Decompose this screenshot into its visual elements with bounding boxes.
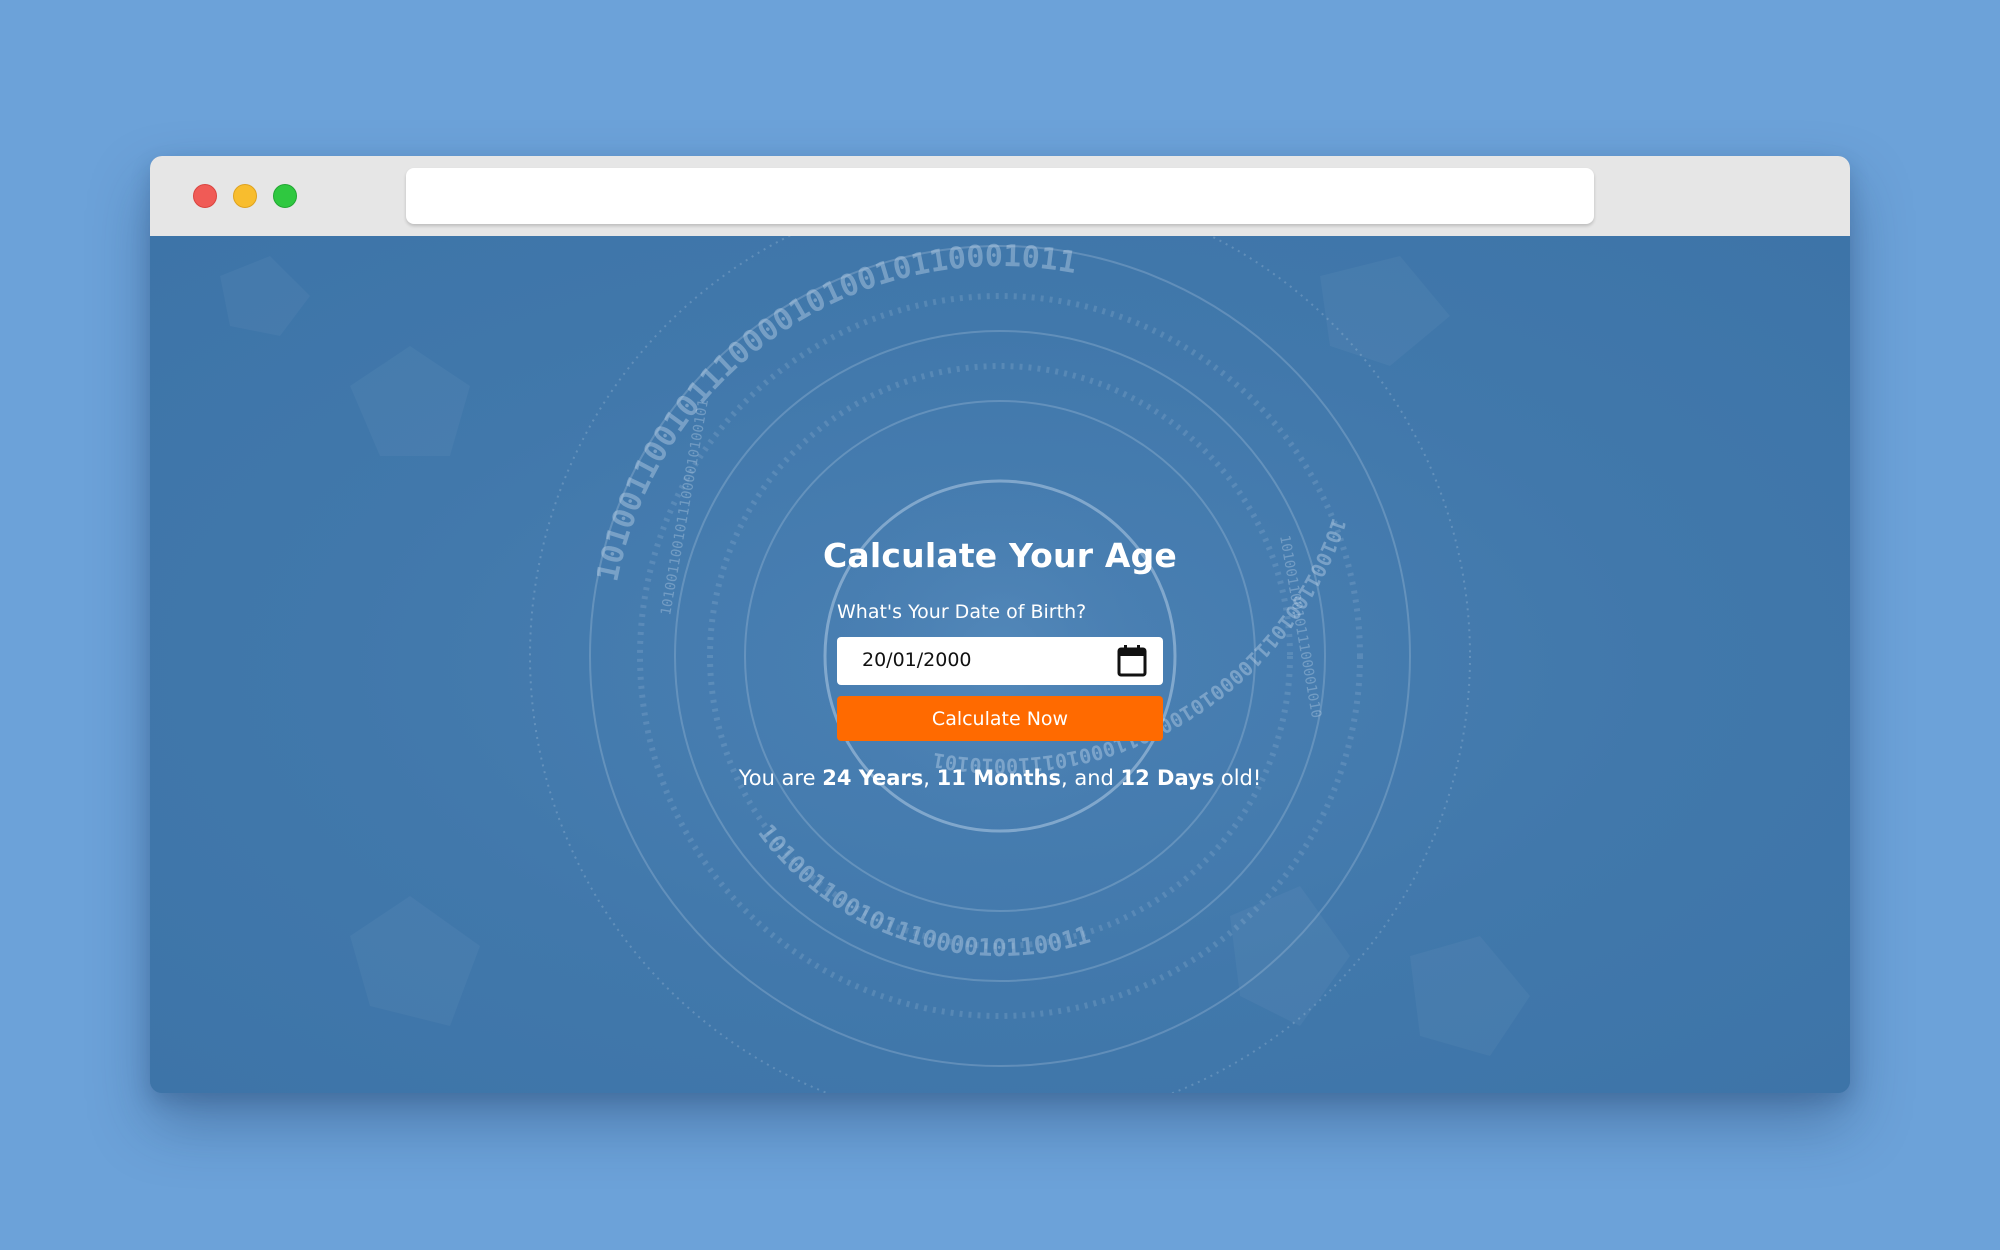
- browser-window: 1010011001011100001010010110001011 10100…: [150, 156, 1850, 1093]
- svg-text:10100110010111000010110011: 10100110010111000010110011: [752, 819, 1093, 962]
- browser-titlebar: [150, 156, 1850, 236]
- window-maximize-button[interactable]: [273, 184, 297, 208]
- result-separator-2: , and: [1060, 766, 1121, 790]
- result-months: 11 Months: [936, 766, 1061, 790]
- calendar-icon[interactable]: [1116, 644, 1148, 678]
- result-suffix: old!: [1214, 766, 1262, 790]
- calculate-now-button[interactable]: Calculate Now: [837, 696, 1163, 741]
- page-title: Calculate Your Age: [822, 536, 1177, 575]
- page-content: 1010011001011100001010010110001011 10100…: [150, 236, 1850, 1093]
- age-result: You are 24 Years, 11 Months, and 12 Days…: [150, 766, 1850, 790]
- result-days: 12 Days: [1120, 766, 1215, 790]
- address-bar[interactable]: [406, 168, 1594, 224]
- dob-label: What's Your Date of Birth?: [837, 601, 1087, 623]
- result-separator-1: ,: [923, 766, 937, 790]
- result-prefix: You are: [738, 766, 823, 790]
- date-value: 20/01/2000: [862, 649, 972, 671]
- window-close-button[interactable]: [193, 184, 217, 208]
- window-minimize-button[interactable]: [233, 184, 257, 208]
- date-of-birth-input[interactable]: 20/01/2000: [837, 637, 1163, 685]
- result-years: 24 Years: [822, 766, 924, 790]
